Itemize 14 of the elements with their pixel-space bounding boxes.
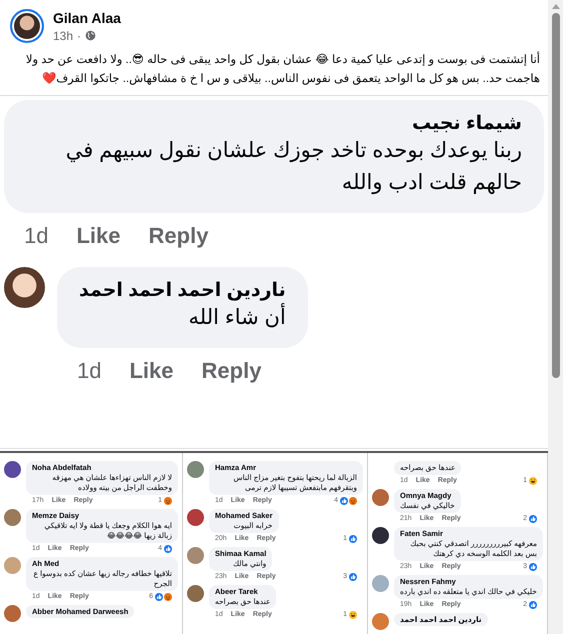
scroll-up-icon[interactable] — [552, 4, 560, 9]
commenter-name: شيماء نجيب — [410, 112, 522, 135]
author-name[interactable]: Gilan Alaa — [53, 10, 121, 26]
comment-text: أن شاء الله — [79, 302, 286, 334]
comment-time: 1d — [24, 223, 48, 249]
commenter-name: ناردين احمد احمد احمد — [79, 279, 286, 302]
separator-dot: · — [77, 28, 82, 42]
comment-text: ربنا يوعدك بوحده تاخد جوزك علشان نقول سبيهم في حالهم قلت ادب والله — [64, 138, 522, 196]
profile-avatar[interactable] — [10, 9, 44, 43]
post-time[interactable]: 13h — [53, 28, 74, 42]
comment-time: 1d — [77, 358, 102, 384]
post-text: أنا إتشتمت فى بوست و إتدعى عليا كمية دعا 😂 عشان بقول كل واحد يبقى فى حاله 😎.. ولا دافعت عن حد ولا هاجمت حد.. بس هو كل ما الواحد يتعمق فى نفوس الناس.. بيلاقى و س ا خ ة مشافهاش.. جاتكوا القرف❤ — [8, 51, 540, 89]
scrollbar-thumb[interactable] — [552, 13, 560, 378]
globe-icon — [85, 30, 96, 41]
